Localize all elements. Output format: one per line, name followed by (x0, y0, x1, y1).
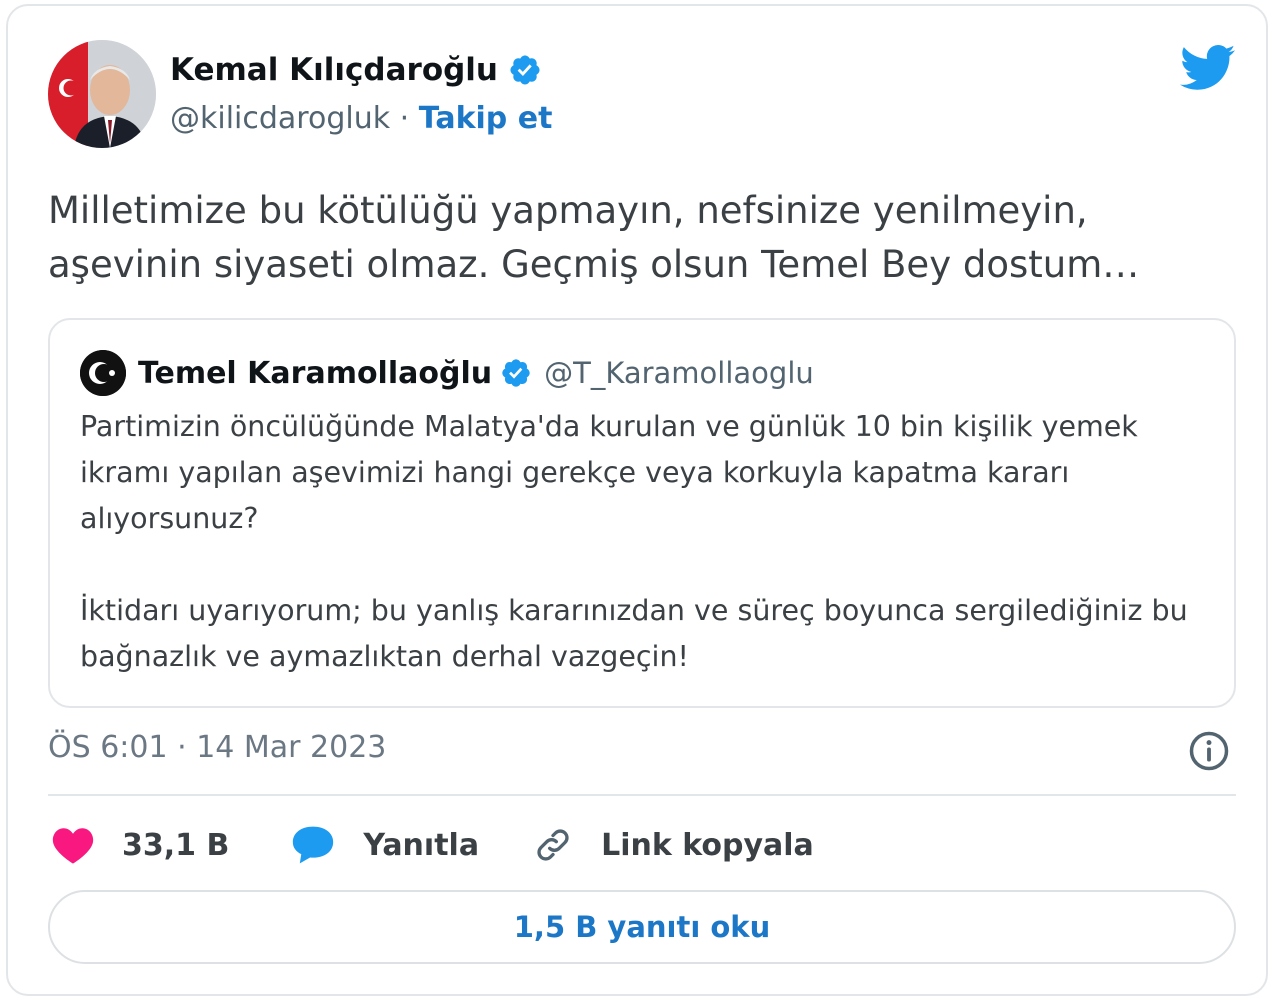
author-handle-row: @kilicdarogluk · Takip et (170, 101, 552, 136)
author-avatar[interactable] (48, 40, 156, 148)
copy-link-button[interactable]: Link kopyala (533, 825, 814, 865)
tweet-text: Milletimize bu kötülüğü yapmayın, nefsin… (48, 184, 1248, 292)
tweet-text-line: Milletimize bu kötülüğü yapmayın, nefsin… (48, 189, 1088, 232)
like-button[interactable]: 33,1 B (52, 825, 229, 865)
quoted-tweet-text: Partimizin öncülüğünde Malatya'da kurula… (80, 404, 1220, 680)
quoted-tweet[interactable]: Temel Karamollaoğlu @T_Karamollaoglu Par… (48, 318, 1236, 708)
info-icon[interactable] (1188, 730, 1230, 772)
quoted-paragraph: Partimizin öncülüğünde Malatya'da kurula… (80, 410, 1138, 535)
verified-badge-icon (510, 55, 540, 85)
quoted-tweet-header: Temel Karamollaoğlu @T_Karamollaoglu (80, 350, 814, 396)
reply-button[interactable]: Yanıtla (291, 824, 479, 866)
divider (48, 794, 1236, 796)
quoted-author-handle[interactable]: @T_Karamollaoglu (544, 356, 814, 390)
tweet-date: 14 Mar 2023 (196, 730, 387, 765)
tweet-time: ÖS 6:01 (48, 730, 168, 765)
author-name[interactable]: Kemal Kılıçdaroğlu (170, 52, 498, 88)
copy-link-label: Link kopyala (601, 827, 814, 863)
separator-dot: · (399, 101, 410, 136)
read-replies-button[interactable]: 1,5 B yanıtı oku (48, 890, 1236, 964)
link-icon (537, 829, 569, 861)
tweet-card: Kemal Kılıçdaroğlu @kilicdarogluk · Taki… (6, 4, 1268, 996)
quoted-author-name[interactable]: Temel Karamollaoğlu (138, 356, 492, 391)
twitter-bird-icon[interactable] (1180, 44, 1236, 92)
saadet-party-logo-icon (80, 350, 126, 396)
like-count: 33,1 B (122, 827, 230, 863)
separator-dot: · (177, 730, 187, 765)
action-bar: 33,1 B Yanıtla Link kopyala (52, 818, 814, 872)
heart-icon (52, 828, 94, 864)
quoted-paragraph: İktidarı uyarıyorum; bu yanlış kararınız… (80, 594, 1188, 673)
follow-button[interactable]: Takip et (419, 101, 553, 136)
verified-badge-icon (502, 359, 530, 387)
author-handle[interactable]: @kilicdarogluk (170, 101, 390, 136)
reply-label: Yanıtla (363, 827, 480, 863)
author-name-row[interactable]: Kemal Kılıçdaroğlu (170, 52, 542, 88)
speech-bubble-icon (293, 826, 334, 864)
tweet-text-line: aşevinin siyaseti olmaz. Geçmiş olsun Te… (48, 243, 1140, 286)
tweet-timestamp[interactable]: ÖS 6:01 · 14 Mar 2023 (48, 730, 386, 765)
